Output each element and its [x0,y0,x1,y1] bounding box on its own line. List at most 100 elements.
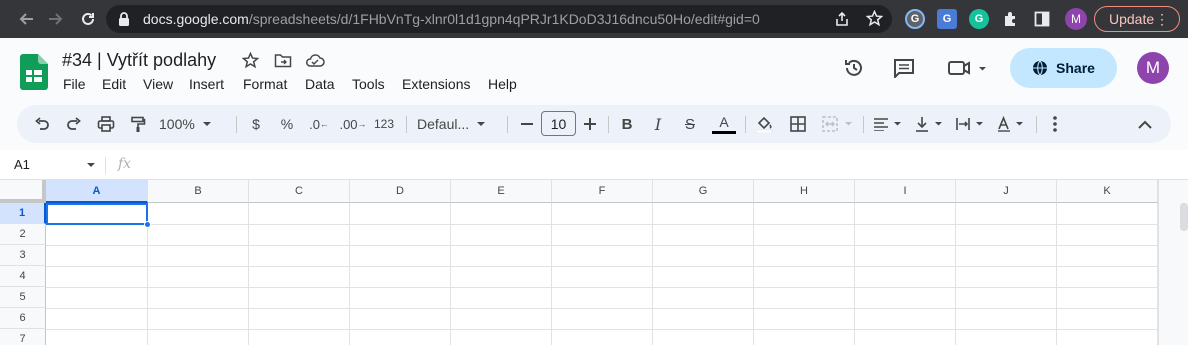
fill-handle[interactable] [144,221,151,228]
globe-icon [1033,60,1048,76]
grid-line [955,203,956,345]
grammarly-icon[interactable]: G [969,9,989,29]
vertical-align-button[interactable] [914,113,948,135]
column-header-g[interactable]: G [653,180,754,203]
decrease-decimal-button[interactable]: .0 ← [307,113,331,135]
toolbar-divider [608,116,609,133]
toolbar-divider [507,116,508,133]
spreadsheet-grid[interactable]: A B C D E F G H I J K 1 2 3 4 5 6 7 [0,180,1188,345]
hide-menus-button[interactable] [1135,113,1155,135]
formula-input[interactable] [140,154,1150,176]
side-panel-icon[interactable] [1034,11,1050,27]
document-title[interactable]: #34 | Vytřít podlahy [62,50,216,71]
undo-button[interactable] [31,113,53,135]
grid-line [652,203,653,345]
app-header: #34 | Vytřít podlahy File Edit View Inse… [0,38,1188,100]
more-formats-button[interactable]: 123 [372,113,396,135]
redo-button[interactable] [63,113,85,135]
menu-view[interactable]: View [143,76,173,92]
account-avatar[interactable]: M [1137,52,1169,84]
menu-extensions[interactable]: Extensions [402,76,470,92]
vertical-scrollbar-thumb[interactable] [1180,203,1188,231]
paint-roller-icon [131,116,146,132]
google-translate-icon[interactable]: G [937,9,957,29]
menu-insert[interactable]: Insert [189,76,224,92]
share-page-icon[interactable] [834,11,850,27]
bookmark-star-icon[interactable] [866,10,883,27]
menu-help[interactable]: Help [488,76,517,92]
column-header-f[interactable]: F [552,180,653,203]
row-header-7[interactable]: 7 [0,329,46,345]
zoom-select[interactable]: 100% [159,113,227,135]
row-header-1[interactable]: 1 [0,203,46,224]
chevron-down-icon[interactable] [86,162,96,168]
column-header-b[interactable]: B [148,180,249,203]
more-vert-icon [1053,116,1057,132]
increase-decimal-button[interactable]: .00 → [339,113,367,135]
fill-color-button[interactable] [753,113,775,135]
comments-icon[interactable] [893,58,915,78]
column-header-i[interactable]: I [855,180,956,203]
reload-button[interactable] [76,7,100,31]
cloud-saved-icon[interactable] [305,53,325,68]
menu-data[interactable]: Data [305,76,335,92]
percent-format-button[interactable]: % [277,113,297,135]
update-button[interactable]: Update ⋮ [1094,6,1180,32]
decrease-font-size-button[interactable] [519,113,535,135]
text-color-button[interactable]: A [711,113,737,135]
formula-bar: A1 fx [0,150,1188,180]
strikethrough-button[interactable]: S [680,113,700,135]
extensions-puzzle-icon[interactable] [1002,10,1020,28]
forward-button[interactable] [43,7,67,31]
increase-font-size-button[interactable] [582,113,598,135]
grid-line [46,224,1158,225]
undo-icon [35,117,49,130]
text-rotation-button[interactable] [996,113,1030,135]
menu-tools[interactable]: Tools [352,76,385,92]
print-button[interactable] [95,113,117,135]
currency-format-button[interactable]: $ [246,113,266,135]
arrow-left-small-icon: ← [319,119,329,129]
italic-button[interactable]: I [648,113,668,135]
font-size-input[interactable]: 10 [541,111,576,136]
name-box[interactable]: A1 [14,157,30,172]
merge-cells-button[interactable] [820,113,860,135]
meet-video-icon[interactable] [947,59,989,77]
paint-format-button[interactable] [127,113,149,135]
grid-line [46,266,1158,267]
back-button[interactable] [15,7,39,31]
horizontal-align-button[interactable] [872,113,906,135]
column-header-d[interactable]: D [350,180,451,203]
profile-avatar[interactable]: M [1065,8,1087,30]
extension-g-icon[interactable]: G [905,9,925,29]
menu-format[interactable]: Format [243,76,287,92]
borders-button[interactable] [788,113,808,135]
star-icon[interactable] [242,52,259,69]
column-header-j[interactable]: J [956,180,1057,203]
sheets-logo-icon[interactable] [20,54,48,90]
column-header-k[interactable]: K [1057,180,1158,203]
row-header-2[interactable]: 2 [0,224,46,245]
row-header-3[interactable]: 3 [0,245,46,266]
move-folder-icon[interactable] [274,53,292,68]
bold-button[interactable]: B [617,113,637,135]
column-header-c[interactable]: C [249,180,350,203]
font-family-select[interactable]: Defaul... [417,113,497,135]
menu-file[interactable]: File [63,76,86,92]
row-header-4[interactable]: 4 [0,266,46,287]
row-header-6[interactable]: 6 [0,308,46,329]
column-header-e[interactable]: E [451,180,552,203]
share-button[interactable]: Share [1010,48,1117,88]
more-options-button[interactable] [1045,113,1065,135]
column-header-a[interactable]: A [46,180,148,203]
text-wrapping-button[interactable] [955,113,989,135]
select-all-corner[interactable] [0,180,46,203]
selected-cell-a1[interactable] [46,203,148,225]
fx-icon: fx [118,156,132,172]
column-header-h[interactable]: H [754,180,855,203]
reload-icon [82,12,94,25]
menu-edit[interactable]: Edit [102,76,126,92]
row-header-5[interactable]: 5 [0,287,46,308]
version-history-icon[interactable] [843,57,865,79]
url-text[interactable]: docs.google.com/spreadsheets/d/1FHbVnTg-… [143,11,760,27]
